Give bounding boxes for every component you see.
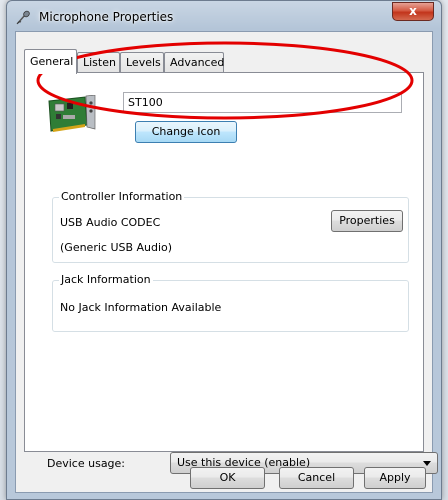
apply-label: Apply	[379, 471, 411, 484]
change-icon-button[interactable]: Change Icon	[135, 121, 237, 143]
tab-label: Levels	[126, 56, 161, 69]
tab-strip: General Listen Levels Advanced	[24, 49, 424, 74]
controller-name: USB Audio CODEC	[60, 216, 161, 229]
tab-label: Listen	[83, 56, 116, 69]
device-usage-label: Device usage:	[47, 457, 126, 470]
close-button[interactable]: x	[392, 2, 434, 21]
microphone-icon	[16, 10, 30, 25]
ok-button[interactable]: OK	[190, 467, 265, 489]
cancel-button[interactable]: Cancel	[279, 467, 354, 489]
properties-button[interactable]: Properties	[331, 210, 403, 232]
apply-button[interactable]: Apply	[364, 467, 426, 489]
controller-information-title: Controller Information	[59, 190, 185, 203]
dialog-client-area: General Listen Levels Advanced ST100 Cha…	[15, 31, 438, 493]
tab-label: General	[30, 55, 74, 68]
tab-general[interactable]: General	[24, 49, 77, 74]
microphone-properties-window: Microphone Properties x General Listen L…	[6, 0, 442, 500]
window-title: Microphone Properties	[39, 10, 174, 24]
change-icon-label: Change Icon	[151, 125, 221, 138]
jack-information-message: No Jack Information Available	[60, 301, 222, 314]
general-tab-panel: Change Icon Controller Information USB A…	[24, 72, 424, 452]
title-bar[interactable]: Microphone Properties x	[7, 1, 441, 31]
tab-advanced[interactable]: Advanced	[164, 52, 224, 73]
ok-label: OK	[219, 471, 236, 484]
tab-levels[interactable]: Levels	[120, 52, 164, 73]
properties-label: Properties	[339, 214, 395, 227]
dropdown-arrow-icon[interactable]	[423, 461, 431, 466]
tab-listen[interactable]: Listen	[77, 52, 120, 73]
close-icon: x	[409, 4, 417, 18]
sound-card-icon[interactable]	[45, 95, 99, 137]
controller-subtitle: (Generic USB Audio)	[60, 241, 173, 254]
cancel-label: Cancel	[297, 471, 336, 484]
device-name-input[interactable]	[123, 92, 402, 113]
tab-label: Advanced	[170, 56, 225, 69]
jack-information-title: Jack Information	[59, 273, 153, 286]
